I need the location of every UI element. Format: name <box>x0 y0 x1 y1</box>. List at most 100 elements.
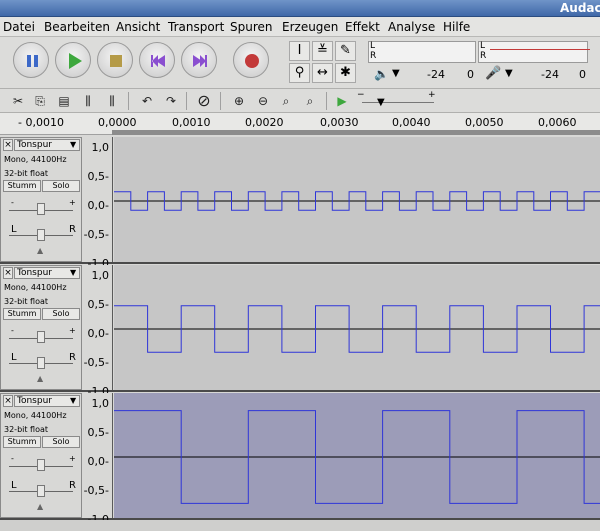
menu-analyse[interactable]: Analyse <box>388 20 435 34</box>
multi-tool[interactable]: ✱ <box>335 63 356 83</box>
chevron-down-icon[interactable]: ▼ <box>70 268 76 277</box>
waveform-display[interactable] <box>114 137 600 262</box>
mute-button[interactable]: Stumm <box>3 436 41 448</box>
gain-slider-thumb[interactable] <box>37 331 45 343</box>
gain-plus-label: + <box>69 198 76 207</box>
fit-selection-icon[interactable]: ⌕ <box>276 91 296 111</box>
close-icon[interactable]: × <box>3 139 13 151</box>
amplitude-label: 0,5- <box>87 298 109 311</box>
record-icon <box>245 54 259 68</box>
sync-lock-icon[interactable]: ⊘ <box>194 91 214 111</box>
pan-slider-thumb[interactable] <box>37 229 45 241</box>
gain-minus-label: - <box>11 198 14 207</box>
stop-icon <box>110 55 122 67</box>
amplitude-label: 0,5- <box>87 170 109 183</box>
menu-hilfe[interactable]: Hilfe <box>443 20 470 34</box>
cut-icon[interactable]: ✂ <box>8 91 28 111</box>
speed-slider-track[interactable] <box>362 102 434 103</box>
collapse-track-icon[interactable]: ▲ <box>37 374 43 383</box>
waveform-display[interactable] <box>114 393 600 518</box>
title-bar: Audaci <box>0 0 600 17</box>
microphone-icon[interactable]: 🎤 <box>485 66 501 81</box>
ruler-label: 0,0030 <box>320 116 359 129</box>
skip-end-button[interactable] <box>181 42 217 78</box>
trim-icon[interactable]: ⫼ <box>78 91 98 111</box>
solo-button[interactable]: Solo <box>42 308 80 320</box>
fit-project-icon[interactable]: ⌕ <box>300 91 320 111</box>
pan-slider-thumb[interactable] <box>37 357 45 369</box>
input-meter[interactable] <box>478 41 588 63</box>
solo-button[interactable]: Solo <box>42 180 80 192</box>
selection-tool[interactable]: I <box>289 41 310 61</box>
copy-icon[interactable]: ⎘ <box>30 91 50 111</box>
audio-track[interactable]: × Tonspur ▼ Mono, 44100Hz 32-bit float S… <box>0 137 600 270</box>
collapse-track-icon[interactable]: ▲ <box>37 502 43 511</box>
pan-right-label: R <box>69 480 76 491</box>
audacity-window: Audaci Datei Bearbeiten Ansicht Transpor… <box>0 0 600 531</box>
ruler-label: 0,0010 <box>172 116 211 129</box>
draw-tool[interactable]: ✎ <box>335 41 356 61</box>
amplitude-label: 1,0 <box>91 141 110 154</box>
horizontal-scrollbar[interactable] <box>0 520 600 531</box>
ruler-label: - 0,0010 <box>18 116 64 129</box>
ruler-label: 0,0060 <box>538 116 577 129</box>
skip-start-button[interactable] <box>139 42 175 78</box>
close-icon[interactable]: × <box>3 395 13 407</box>
speaker-icon[interactable]: 🔈 <box>374 67 389 81</box>
undo-icon[interactable]: ↶ <box>137 91 157 111</box>
mute-button[interactable]: Stumm <box>3 180 41 192</box>
pause-button[interactable] <box>13 42 49 78</box>
close-icon[interactable]: × <box>3 267 13 279</box>
gain-plus-label: + <box>69 326 76 335</box>
timeshift-tool[interactable]: ↔ <box>312 63 333 83</box>
envelope-tool[interactable]: ≚ <box>312 41 333 61</box>
waveform-display[interactable] <box>114 265 600 390</box>
amplitude-label: 1,0 <box>91 269 110 282</box>
record-button[interactable] <box>233 42 269 78</box>
double-arrow-icon: ↔ <box>317 65 328 80</box>
pan-right-label: R <box>69 352 76 363</box>
menu-bearbeiten[interactable]: Bearbeiten <box>44 20 110 34</box>
audio-track[interactable]: × Tonspur ▼ Mono, 44100Hz 32-bit float S… <box>0 393 600 526</box>
solo-button[interactable]: Solo <box>42 436 80 448</box>
gain-slider-thumb[interactable] <box>37 203 45 215</box>
pan-left-label: L <box>11 480 17 491</box>
separator <box>220 92 221 110</box>
pan-slider-thumb[interactable] <box>37 485 45 497</box>
speed-slider-thumb[interactable]: ▼ <box>377 97 385 108</box>
output-dropdown-icon[interactable]: ▼ <box>392 68 400 79</box>
chevron-down-icon[interactable]: ▼ <box>70 140 76 149</box>
audio-track[interactable]: × Tonspur ▼ Mono, 44100Hz 32-bit float S… <box>0 265 600 398</box>
zoom-in-icon[interactable]: ⊕ <box>229 91 249 111</box>
play-at-speed-icon[interactable]: ▶ <box>332 91 352 111</box>
window-title: Audaci <box>560 1 600 15</box>
ruler-label: 0,0040 <box>392 116 431 129</box>
chevron-down-icon[interactable]: ▼ <box>70 396 76 405</box>
collapse-track-icon[interactable]: ▲ <box>37 246 43 255</box>
output-meter-left-label: L <box>370 41 376 51</box>
play-button[interactable] <box>55 42 91 78</box>
output-meter-zero: 0 <box>467 68 474 81</box>
gain-slider-thumb[interactable] <box>37 459 45 471</box>
stop-button[interactable] <box>97 42 133 78</box>
separator <box>128 92 129 110</box>
amplitude-label: 0,0- <box>87 327 109 340</box>
menu-transport[interactable]: Transport <box>168 20 224 34</box>
menu-erzeugen[interactable]: Erzeugen <box>282 20 338 34</box>
track-control-panel: × Tonspur ▼ Mono, 44100Hz 32-bit float S… <box>0 393 82 518</box>
input-meter-right-label: R <box>480 51 487 61</box>
menu-spuren[interactable]: Spuren <box>230 20 273 34</box>
track-bit-depth: 32-bit float <box>4 169 49 178</box>
paste-icon[interactable]: ▤ <box>54 91 74 111</box>
zoom-tool[interactable]: ⚲ <box>289 63 310 83</box>
menu-datei[interactable]: Datei <box>3 20 35 34</box>
zoom-out-icon[interactable]: ⊖ <box>253 91 273 111</box>
output-meter[interactable] <box>368 41 476 63</box>
redo-icon[interactable]: ↷ <box>161 91 181 111</box>
menu-ansicht[interactable]: Ansicht <box>116 20 160 34</box>
track-control-panel: × Tonspur ▼ Mono, 44100Hz 32-bit float S… <box>0 265 82 390</box>
silence-icon[interactable]: ⫼ <box>102 91 122 111</box>
mute-button[interactable]: Stumm <box>3 308 41 320</box>
input-dropdown-icon[interactable]: ▼ <box>505 68 513 79</box>
menu-effekt[interactable]: Effekt <box>345 20 380 34</box>
